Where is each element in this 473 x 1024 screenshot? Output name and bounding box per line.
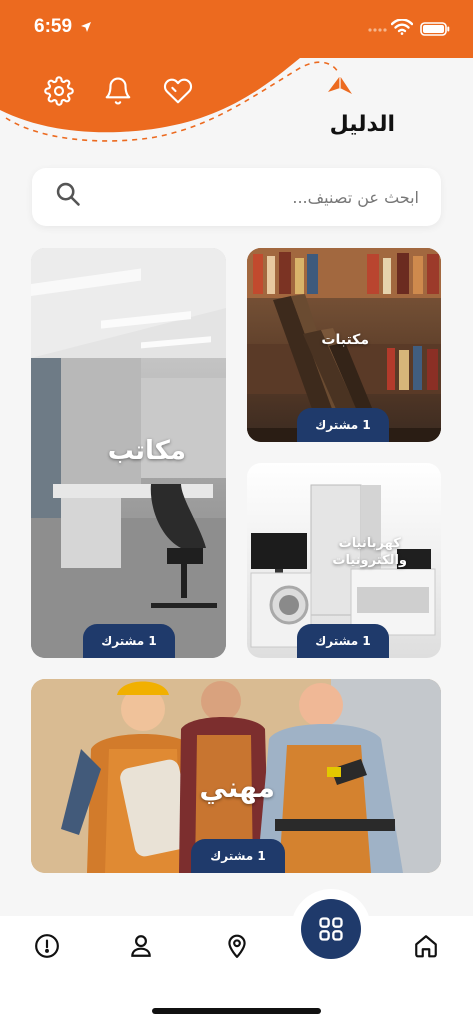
nav-profile[interactable] — [126, 931, 156, 961]
heart-icon — [164, 78, 193, 104]
settings-button[interactable] — [42, 74, 76, 108]
gear-icon — [44, 76, 74, 106]
home-indicator — [152, 1008, 321, 1014]
home-icon — [415, 935, 437, 958]
category-label: مكتبات — [321, 332, 369, 348]
subscriber-badge: 1 مشترك — [297, 408, 389, 442]
category-card-electronics[interactable]: كهربانيات والكترونيات 1 مشترك — [247, 463, 441, 658]
search-icon[interactable] — [54, 180, 82, 208]
battery-icon — [420, 22, 450, 36]
category-label: كهربانيات والكترونيات — [332, 536, 407, 568]
notifications-button[interactable] — [101, 74, 135, 108]
category-card-libraries[interactable]: مكتبات 1 مشترك — [247, 248, 441, 442]
subscriber-badge: 1 مشترك — [191, 839, 285, 873]
favorites-button[interactable] — [161, 74, 195, 108]
signal-icon — [368, 28, 387, 32]
bell-icon — [105, 77, 131, 105]
category-label: مهني — [199, 771, 275, 804]
user-icon — [131, 935, 151, 957]
status-time: 6:59 — [34, 16, 73, 37]
category-card-offices[interactable]: مكاتب 1 مشترك — [31, 248, 226, 658]
nav-categories[interactable] — [301, 899, 361, 959]
nav-map[interactable] — [222, 931, 252, 961]
grid-icon — [319, 917, 343, 941]
nav-alerts[interactable] — [32, 931, 62, 961]
nav-home[interactable] — [411, 931, 441, 961]
subscriber-badge: 1 مشترك — [83, 624, 175, 658]
category-card-professionals[interactable]: مهني 1 مشترك — [31, 679, 441, 873]
category-label: مكاتب — [107, 436, 186, 466]
wifi-icon — [391, 19, 413, 35]
page-title: الدليل — [329, 112, 395, 137]
location-arrow-icon — [81, 22, 91, 32]
status-bar: 6:59 — [0, 0, 473, 58]
alert-icon — [35, 934, 59, 958]
location-pin-icon — [228, 934, 246, 958]
paper-plane-icon — [328, 76, 352, 94]
search-bar — [32, 168, 441, 226]
subscriber-badge: 1 مشترك — [297, 624, 389, 658]
search-input[interactable] — [99, 183, 419, 211]
